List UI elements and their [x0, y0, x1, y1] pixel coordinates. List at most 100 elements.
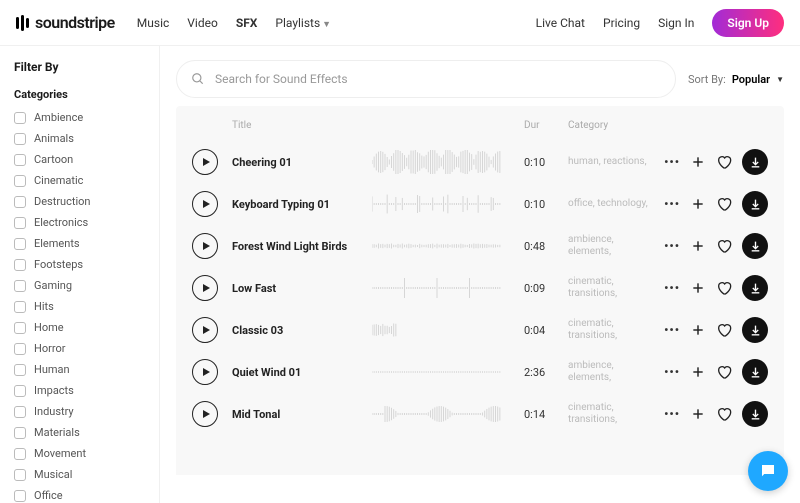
checkbox-icon [14, 490, 26, 502]
download-button[interactable] [742, 191, 768, 217]
category-hits[interactable]: Hits [14, 300, 145, 313]
add-button[interactable] [690, 364, 706, 380]
track-title[interactable]: Quiet Wind 01 [232, 366, 372, 379]
more-button[interactable]: ••• [664, 407, 680, 421]
table-row: Cheering 010:10human, reactions,••• [176, 141, 784, 183]
category-cartoon[interactable]: Cartoon [14, 153, 145, 166]
favorite-button[interactable] [716, 364, 732, 380]
category-musical[interactable]: Musical [14, 468, 145, 481]
track-title[interactable]: Low Fast [232, 282, 372, 295]
waveform[interactable] [372, 192, 524, 216]
category-label: Cartoon [34, 153, 73, 166]
waveform[interactable] [372, 234, 524, 258]
category-ambience[interactable]: Ambience [14, 111, 145, 124]
favorite-button[interactable] [716, 154, 732, 170]
category-animals[interactable]: Animals [14, 132, 145, 145]
checkbox-icon [14, 469, 26, 481]
category-footsteps[interactable]: Footsteps [14, 258, 145, 271]
play-icon [203, 410, 210, 418]
more-button[interactable]: ••• [664, 281, 680, 295]
nav-item-sfx[interactable]: SFX [236, 16, 258, 30]
waveform[interactable] [372, 402, 524, 426]
add-button[interactable] [690, 196, 706, 212]
category-label: Destruction [34, 195, 91, 208]
checkbox-icon [14, 259, 26, 271]
track-category: human, reactions, [568, 156, 648, 168]
waveform[interactable] [372, 276, 524, 300]
category-label: Industry [34, 405, 74, 418]
favorite-button[interactable] [716, 196, 732, 212]
category-destruction[interactable]: Destruction [14, 195, 145, 208]
track-title[interactable]: Mid Tonal [232, 408, 372, 421]
download-button[interactable] [742, 359, 768, 385]
category-electronics[interactable]: Electronics [14, 216, 145, 229]
favorite-button[interactable] [716, 322, 732, 338]
track-title[interactable]: Forest Wind Light Birds [232, 240, 372, 253]
track-category: ambience, elements, [568, 360, 648, 384]
track-title[interactable]: Cheering 01 [232, 156, 372, 169]
add-button[interactable] [690, 280, 706, 296]
brand-text: soundstripe [35, 13, 115, 32]
download-button[interactable] [742, 275, 768, 301]
category-elements[interactable]: Elements [14, 237, 145, 250]
add-button[interactable] [690, 154, 706, 170]
track-duration: 0:04 [524, 324, 568, 337]
category-home[interactable]: Home [14, 321, 145, 334]
logo[interactable]: soundstripe [16, 13, 115, 32]
nav-item-video[interactable]: Video [187, 16, 218, 30]
track-title[interactable]: Keyboard Typing 01 [232, 198, 372, 211]
favorite-button[interactable] [716, 238, 732, 254]
checkbox-icon [14, 175, 26, 187]
chat-fab[interactable] [748, 451, 788, 491]
track-duration: 0:14 [524, 408, 568, 421]
category-human[interactable]: Human [14, 363, 145, 376]
category-materials[interactable]: Materials [14, 426, 145, 439]
more-button[interactable]: ••• [664, 239, 680, 253]
download-button[interactable] [742, 401, 768, 427]
favorite-button[interactable] [716, 406, 732, 422]
category-movement[interactable]: Movement [14, 447, 145, 460]
add-button[interactable] [690, 238, 706, 254]
add-button[interactable] [690, 406, 706, 422]
play-button[interactable] [192, 275, 218, 301]
category-industry[interactable]: Industry [14, 405, 145, 418]
category-gaming[interactable]: Gaming [14, 279, 145, 292]
play-button[interactable] [192, 317, 218, 343]
checkbox-icon [14, 196, 26, 208]
category-impacts[interactable]: Impacts [14, 384, 145, 397]
search-input[interactable]: Search for Sound Effects [176, 60, 676, 98]
nav-item-playlists[interactable]: Playlists▼ [275, 16, 331, 30]
category-label: Cinematic [34, 174, 83, 187]
category-office[interactable]: Office [14, 489, 145, 502]
nav-item-music[interactable]: Music [137, 16, 169, 30]
waveform[interactable] [372, 318, 524, 342]
download-button[interactable] [742, 149, 768, 175]
sort-by[interactable]: Sort By: Popular ▼ [688, 73, 784, 86]
category-cinematic[interactable]: Cinematic [14, 174, 145, 187]
sign-in-link[interactable]: Sign In [658, 16, 694, 30]
add-button[interactable] [690, 322, 706, 338]
play-button[interactable] [192, 401, 218, 427]
sign-up-button[interactable]: Sign Up [712, 9, 784, 37]
category-horror[interactable]: Horror [14, 342, 145, 355]
favorite-button[interactable] [716, 280, 732, 296]
more-button[interactable]: ••• [664, 197, 680, 211]
play-button[interactable] [192, 191, 218, 217]
more-button[interactable]: ••• [664, 155, 680, 169]
play-button[interactable] [192, 359, 218, 385]
category-label: Gaming [34, 279, 72, 292]
more-button[interactable]: ••• [664, 323, 680, 337]
more-button[interactable]: ••• [664, 365, 680, 379]
download-button[interactable] [742, 233, 768, 259]
track-title[interactable]: Classic 03 [232, 324, 372, 337]
header: soundstripe Music Video SFX Playlists▼ Live… [0, 0, 800, 46]
pricing-link[interactable]: Pricing [603, 16, 640, 30]
play-button[interactable] [192, 233, 218, 259]
category-label: Movement [34, 447, 86, 460]
waveform[interactable] [372, 360, 524, 384]
waveform[interactable] [372, 150, 524, 174]
play-icon [203, 368, 210, 376]
live-chat-link[interactable]: Live Chat [536, 16, 585, 30]
play-button[interactable] [192, 149, 218, 175]
download-button[interactable] [742, 317, 768, 343]
